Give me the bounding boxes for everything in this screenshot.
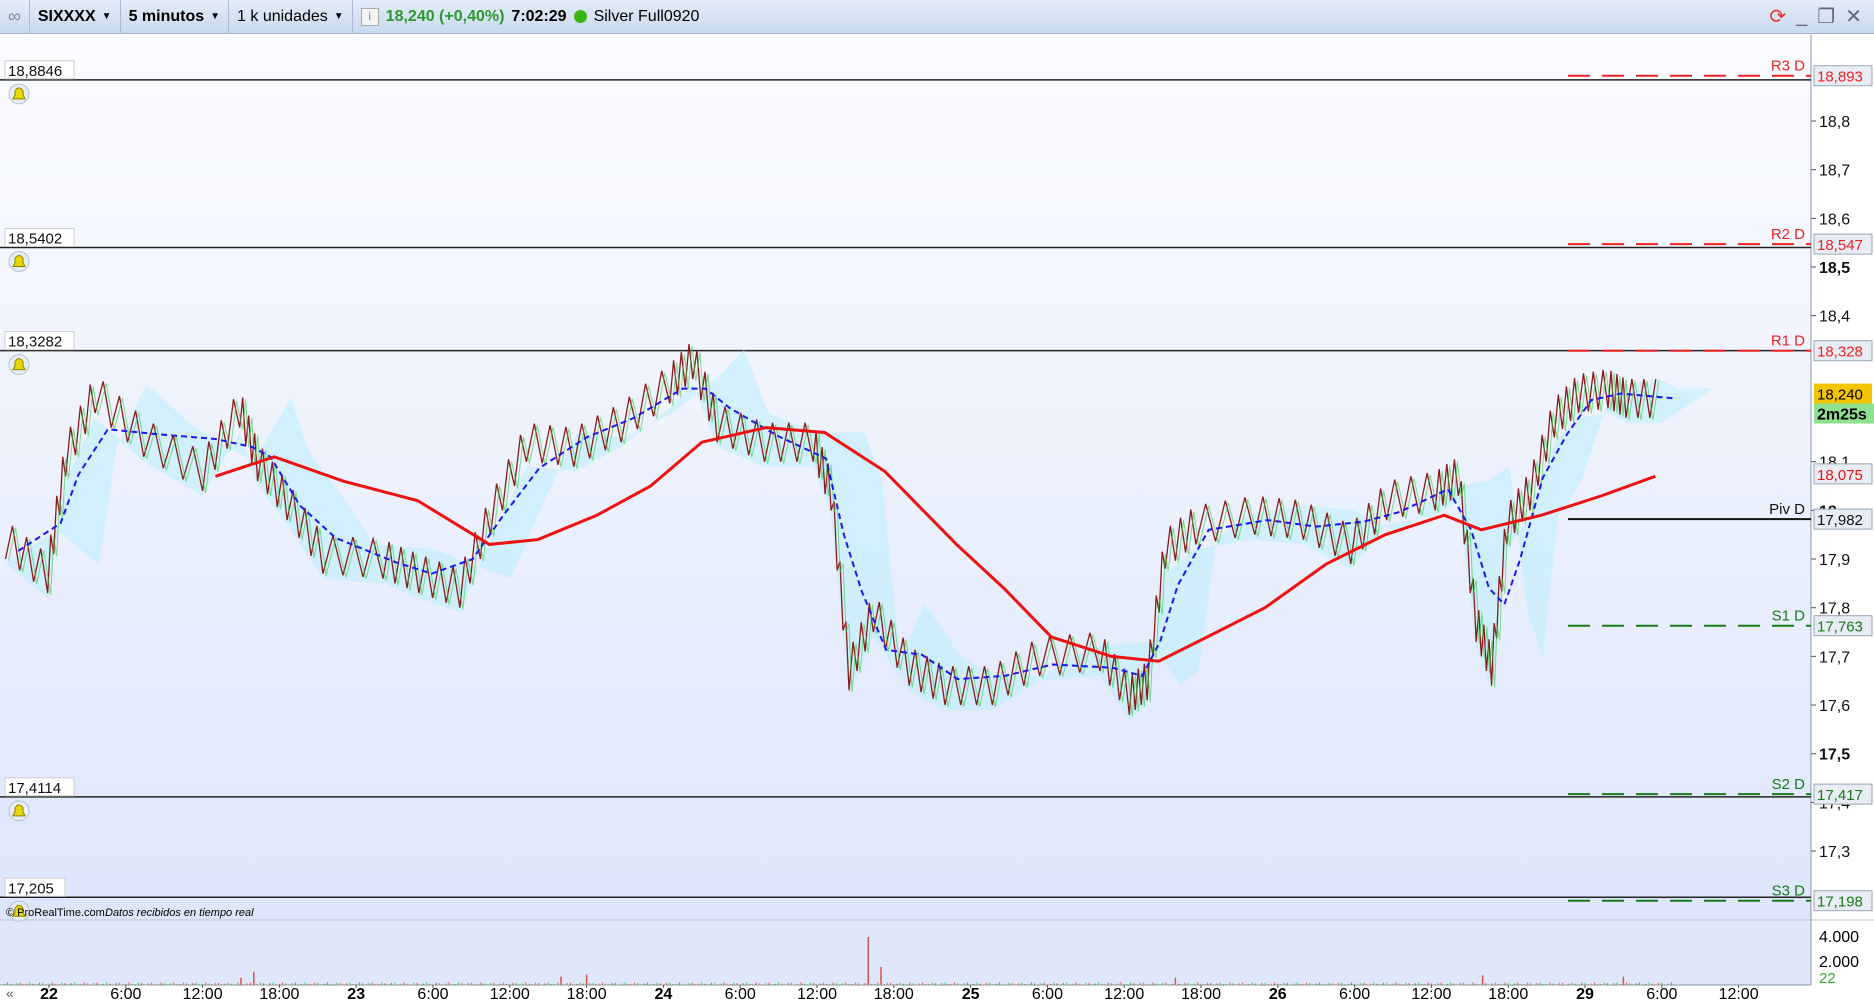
x-tick-label: 18:00 — [567, 986, 607, 1000]
pivot-value: 17,198 — [1817, 894, 1863, 911]
quote-info: i 18,240 (+0,40%) 7:02:29 Silver Full092… — [353, 0, 708, 34]
restore-button[interactable]: ❐ — [1817, 4, 1835, 29]
link-icon[interactable]: ∞ — [0, 0, 30, 34]
info-icon[interactable]: i — [360, 7, 379, 26]
pivot-value: 18,328 — [1817, 344, 1863, 361]
x-tick-label: 18:00 — [1181, 986, 1221, 1000]
price-chart[interactable]: 18,818,718,618,518,418,11817,917,817,717… — [0, 34, 1874, 1000]
y-tick-label: 17,6 — [1819, 698, 1850, 715]
y-tick-label: 18,5 — [1819, 260, 1850, 277]
ma-value: 18,075 — [1817, 467, 1863, 484]
x-tick-label: 6:00 — [725, 986, 756, 1000]
chevron-down-icon: ▼ — [210, 11, 221, 22]
quote-time: 7:02:29 — [511, 7, 567, 25]
timeframe-label: 5 minutos — [128, 7, 205, 25]
countdown: 2m25s — [1817, 407, 1867, 424]
x-tick-label: 6:00 — [417, 986, 448, 1000]
timeframe-select[interactable]: 5 minutos ▼ — [121, 0, 230, 34]
last-price-change: 18,240 (+0,40%) — [385, 7, 505, 25]
chevron-down-icon: ▼ — [333, 11, 344, 22]
x-tick-label: 12:00 — [490, 986, 530, 1000]
y-tick-label: 18,7 — [1819, 163, 1850, 180]
alert-label: 18,5402 — [8, 230, 62, 247]
x-tick-label: 24 — [655, 986, 673, 1000]
close-button[interactable]: ✕ — [1845, 4, 1862, 29]
x-tick-label: 12:00 — [183, 986, 223, 1000]
y-tick-label: 17,5 — [1819, 747, 1850, 764]
y-tick-label: 17,7 — [1819, 649, 1850, 666]
refresh-icon[interactable]: ⟳ — [1769, 4, 1786, 29]
copyright-text: © ProRealTime.com — [6, 907, 105, 919]
x-tick-label: 25 — [962, 986, 980, 1000]
alert-label: 18,8846 — [8, 63, 62, 80]
x-tick-label: 29 — [1576, 986, 1594, 1000]
pivot-name: Piv D — [1769, 501, 1805, 518]
x-tick-label: 12:00 — [1411, 986, 1451, 1000]
instrument-select[interactable]: SIXXXX ▼ — [30, 0, 121, 34]
realtime-status: Datos recibidos en tiempo real — [105, 907, 254, 919]
pivot-name: R2 D — [1771, 226, 1805, 243]
y-tick-label: 17,3 — [1819, 844, 1850, 861]
pivot-name: S1 D — [1772, 608, 1806, 625]
pivot-name: R1 D — [1771, 333, 1805, 350]
alert-label: 18,3282 — [8, 334, 62, 351]
feed-name: Silver Full0920 — [593, 7, 700, 25]
volume-tick-label: 2.000 — [1819, 954, 1859, 971]
volume-pane — [0, 920, 1811, 985]
x-tick-label: 6:00 — [1339, 986, 1370, 1000]
x-tick-label: 6:00 — [1032, 986, 1063, 1000]
x-tick-label: 18:00 — [259, 986, 299, 1000]
pivot-value: 17,763 — [1817, 619, 1863, 636]
x-tick-label: 12:00 — [1719, 986, 1759, 1000]
units-select[interactable]: 1 k unidades ▼ — [229, 0, 353, 34]
chevron-down-icon: ▼ — [101, 11, 112, 22]
units-label: 1 k unidades — [237, 7, 328, 25]
feed-status-icon — [573, 10, 587, 23]
x-tick-label: 12:00 — [1104, 986, 1144, 1000]
x-tick-label: 18:00 — [1488, 986, 1528, 1000]
chart-toolbar: ∞ SIXXXX ▼ 5 minutos ▼ 1 k unidades ▼ i 18,… — [0, 0, 1874, 34]
pivot-value: 17,417 — [1817, 787, 1863, 804]
alert-label: 17,4114 — [8, 780, 61, 797]
y-tick-label: 17,8 — [1819, 601, 1850, 618]
volume-last: 22 — [1819, 970, 1836, 987]
pivot-value: 18,547 — [1817, 237, 1863, 254]
scroll-left-button[interactable]: « — [6, 985, 14, 1000]
pivot-value: 17,982 — [1817, 512, 1863, 529]
x-tick-label: 22 — [40, 986, 58, 1000]
pivot-name: R3 D — [1771, 58, 1805, 75]
pivot-value: 18,893 — [1817, 69, 1863, 86]
minimize-button[interactable]: _ — [1796, 5, 1807, 28]
x-tick-label: 26 — [1269, 986, 1287, 1000]
x-tick-label: 6:00 — [1646, 986, 1677, 1000]
volume-tick-label: 4.000 — [1819, 929, 1859, 946]
y-tick-label: 18,6 — [1819, 211, 1850, 228]
x-tick-label: 6:00 — [110, 986, 141, 1000]
y-tick-label: 18,8 — [1819, 114, 1850, 131]
y-tick-label: 18,4 — [1819, 309, 1850, 326]
y-tick-label: 17,9 — [1819, 552, 1850, 569]
alert-label: 17,205 — [8, 880, 54, 897]
x-tick-label: 23 — [347, 986, 365, 1000]
x-tick-label: 18:00 — [874, 986, 914, 1000]
last-price: 18,240 — [1817, 387, 1863, 404]
instrument-label: SIXXXX — [37, 7, 96, 25]
x-tick-label: 12:00 — [797, 986, 837, 1000]
pivot-name: S3 D — [1772, 883, 1806, 900]
pivot-name: S2 D — [1772, 776, 1806, 793]
